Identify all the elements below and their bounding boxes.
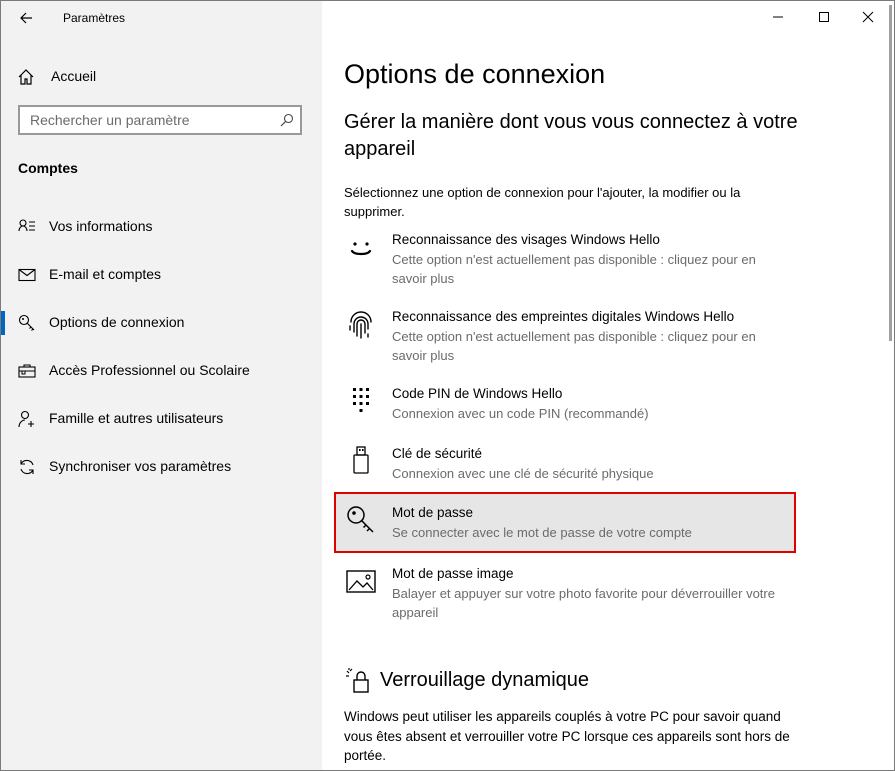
key-icon bbox=[347, 506, 374, 533]
person-info-icon bbox=[18, 219, 35, 232]
back-button[interactable] bbox=[15, 7, 37, 29]
sidebar-item-label: Vos informations bbox=[49, 218, 153, 234]
nav-home[interactable]: Accueil bbox=[1, 61, 322, 91]
usb-key-icon bbox=[353, 446, 369, 474]
sidebar-item-acces-professionnel[interactable]: Accès Professionnel ou Scolaire bbox=[1, 351, 322, 391]
sidebar-item-famille[interactable]: Famille et autres utilisateurs bbox=[1, 399, 322, 439]
mail-icon bbox=[18, 268, 36, 282]
search-input[interactable] bbox=[20, 107, 280, 133]
dynamic-lock-title: Verrouillage dynamique bbox=[380, 668, 590, 691]
search-icon[interactable] bbox=[280, 113, 294, 127]
settings-window: Paramètres Accueil Comptes Vos informati… bbox=[0, 0, 895, 771]
option-title: Code PIN de Windows Hello bbox=[392, 386, 563, 401]
option-title: Reconnaissance des empreintes digitales … bbox=[392, 309, 735, 324]
main-content: Options de connexion Gérer la manière do… bbox=[322, 1, 894, 770]
dynamic-lock-heading: Verrouillage dynamique bbox=[344, 665, 589, 695]
back-arrow-icon bbox=[20, 12, 32, 24]
option-description: Balayer et appuyer sur votre photo favor… bbox=[392, 586, 775, 620]
option-fingerprint[interactable]: Reconnaissance des empreintes digitales … bbox=[336, 304, 794, 364]
sync-icon bbox=[20, 459, 34, 475]
option-picture-password[interactable]: Mot de passe image Balayer et appuyer su… bbox=[336, 561, 794, 623]
sidebar-item-email[interactable]: E-mail et comptes bbox=[1, 255, 322, 295]
option-title: Reconnaissance des visages Windows Hello bbox=[392, 232, 660, 247]
picture-icon bbox=[346, 570, 376, 593]
option-description: Connexion avec un code PIN (recommandé) bbox=[392, 406, 649, 421]
fingerprint-icon bbox=[349, 311, 372, 339]
sidebar-item-vos-informations[interactable]: Vos informations bbox=[1, 207, 322, 247]
sidebar-item-options-connexion[interactable]: Options de connexion bbox=[1, 303, 322, 343]
key-icon bbox=[18, 314, 35, 331]
nav-home-label: Accueil bbox=[51, 68, 97, 84]
search-box[interactable] bbox=[18, 105, 302, 135]
face-icon bbox=[350, 242, 372, 256]
sidebar-item-label: Synchroniser vos paramètres bbox=[49, 458, 232, 474]
section-label: Comptes bbox=[18, 160, 78, 176]
option-face-recognition[interactable]: Reconnaissance des visages Windows Hello… bbox=[336, 227, 794, 287]
option-title: Clé de sécurité bbox=[392, 446, 483, 461]
option-description: Cette option n'est actuellement pas disp… bbox=[392, 252, 756, 286]
option-pin[interactable]: Code PIN de Windows Hello Connexion avec… bbox=[336, 381, 794, 427]
scrollbar[interactable] bbox=[889, 5, 892, 341]
option-description: Cette option n'est actuellement pas disp… bbox=[392, 329, 756, 363]
option-description: Connexion avec une clé de sécurité physi… bbox=[392, 466, 654, 481]
home-icon bbox=[18, 69, 34, 85]
sidebar-item-synchroniser[interactable]: Synchroniser vos paramètres bbox=[1, 447, 322, 487]
option-password[interactable]: Mot de passe Se connecter avec le mot de… bbox=[334, 492, 796, 553]
option-security-key[interactable]: Clé de sécurité Connexion avec une clé d… bbox=[336, 441, 794, 487]
sidebar-item-label: E-mail et comptes bbox=[49, 266, 162, 282]
sidebar-item-label: Famille et autres utilisateurs bbox=[49, 410, 224, 426]
person-add-icon bbox=[18, 410, 34, 428]
sidebar-item-label: Accès Professionnel ou Scolaire bbox=[49, 362, 250, 378]
intro-text: Sélectionnez une option de connexion pou… bbox=[344, 185, 741, 219]
briefcase-icon bbox=[18, 364, 36, 378]
dynamic-lock-description: Windows peut utiliser les appareils coup… bbox=[344, 709, 790, 763]
page-title: Options de connexion bbox=[344, 59, 606, 89]
sidebar-item-label: Options de connexion bbox=[49, 314, 185, 330]
dynamic-lock-icon bbox=[346, 668, 369, 693]
app-title: Paramètres bbox=[63, 11, 126, 25]
page-subtitle: Gérer la manière dont vous vous connecte… bbox=[344, 111, 798, 160]
option-title: Mot de passe bbox=[392, 505, 474, 520]
sidebar: Paramètres Accueil Comptes Vos informati… bbox=[1, 1, 322, 770]
option-title: Mot de passe image bbox=[392, 566, 514, 581]
option-description: Se connecter avec le mot de passe de vot… bbox=[392, 525, 692, 540]
pin-keypad-icon bbox=[353, 388, 369, 412]
